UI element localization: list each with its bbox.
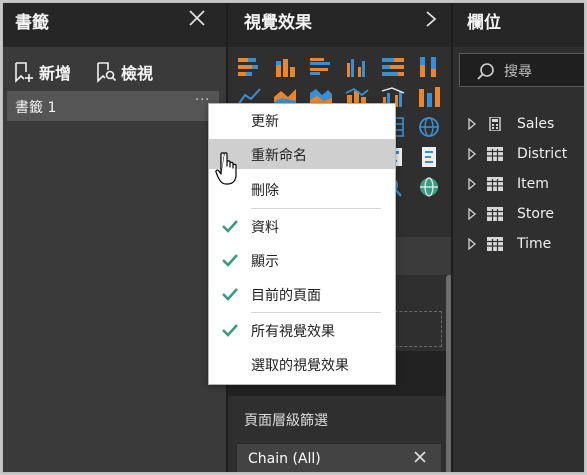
100-percent-bar-chart-icon[interactable] — [380, 55, 406, 79]
bookmark-item-label: 書籤 1 — [15, 100, 57, 116]
chevron-right-icon[interactable] — [467, 118, 477, 130]
search-icon — [477, 63, 494, 80]
filter-chip-label: Chain (All) — [248, 451, 321, 467]
table-icon — [487, 237, 503, 251]
field-item-sales[interactable]: Sales — [467, 112, 584, 136]
fields-title: 欄位 — [467, 13, 501, 33]
menu-item-update[interactable]: 更新 — [209, 105, 395, 135]
field-item-item[interactable]: Item — [467, 172, 584, 196]
menu-item-label: 選取的視覺效果 — [251, 358, 349, 374]
filter-chip[interactable]: Chain (All) — [236, 443, 442, 472]
table-icon — [487, 147, 503, 161]
fields-pane: 欄位 搜尋 Sales District Item Store Time — [453, 3, 584, 472]
menu-item-label: 重新命名 — [251, 148, 307, 164]
view-bookmark-icon — [97, 62, 117, 83]
search-input[interactable]: 搜尋 — [459, 53, 584, 87]
view-bookmark-label: 檢視 — [121, 64, 154, 83]
hand-cursor-icon — [215, 152, 237, 185]
check-icon — [222, 220, 238, 233]
field-item-store[interactable]: Store — [467, 202, 584, 226]
filled-map-icon[interactable] — [416, 175, 442, 199]
chevron-right-icon[interactable] — [424, 9, 438, 29]
clustered-column-chart-icon[interactable] — [344, 55, 370, 79]
check-icon — [222, 288, 238, 301]
chevron-right-icon[interactable] — [467, 148, 477, 160]
table-icon — [487, 177, 503, 191]
bookmarks-header: 書籤 — [3, 3, 228, 47]
close-icon[interactable] — [413, 450, 427, 464]
stacked-bar-chart-icon[interactable] — [236, 55, 262, 79]
fields-header: 欄位 — [453, 3, 584, 47]
menu-item-label: 目前的頁面 — [251, 288, 321, 304]
stacked-column-chart-icon[interactable] — [272, 55, 298, 79]
clustered-bar-chart-icon[interactable] — [308, 55, 334, 79]
check-icon — [222, 324, 238, 337]
menu-separator — [251, 312, 381, 313]
chevron-right-icon[interactable] — [467, 238, 477, 250]
menu-item-label: 所有視覺效果 — [251, 324, 335, 340]
calculator-icon — [489, 117, 501, 131]
field-name: Item — [517, 176, 549, 192]
field-item-district[interactable]: District — [467, 142, 584, 166]
add-bookmark-icon — [15, 62, 33, 83]
ribbon-chart-icon[interactable] — [416, 85, 442, 109]
app-window: 書籤 新增 檢視 書籤 1 ··· 視覺效果 頁面層級篩選 Chain (All… — [2, 2, 585, 473]
menu-item-label: 資料 — [251, 220, 279, 236]
chevron-right-icon[interactable] — [467, 208, 477, 220]
menu-item-display[interactable]: 顯示 — [209, 245, 395, 275]
menu-item-data[interactable]: 資料 — [209, 211, 395, 241]
field-name: Sales — [517, 116, 555, 132]
menu-item-selected-visuals[interactable]: 選取的視覺效果 — [209, 349, 395, 379]
check-icon — [222, 254, 238, 267]
100-percent-column-chart-icon[interactable] — [416, 55, 442, 79]
field-name: Time — [517, 236, 552, 252]
add-bookmark-button[interactable]: 新增 — [13, 59, 71, 85]
bookmarks-title: 書籤 — [15, 13, 49, 33]
globe-map-icon[interactable] — [416, 115, 442, 139]
chevron-right-icon[interactable] — [467, 178, 477, 190]
field-item-time[interactable]: Time — [467, 232, 584, 256]
bookmark-context-menu: 更新 重新命名 刪除 資料 顯示 目前的頁面 所有視覺效果 選取的視覺效果 — [208, 103, 396, 385]
field-name: Store — [517, 206, 555, 222]
menu-separator — [251, 208, 381, 209]
view-bookmark-button[interactable]: 檢視 — [95, 59, 153, 85]
bookmarks-pane: 書籤 新增 檢視 書籤 1 ··· — [3, 3, 228, 472]
menu-item-label: 更新 — [251, 114, 279, 130]
menu-item-all-visuals[interactable]: 所有視覺效果 — [209, 315, 395, 345]
close-icon[interactable] — [187, 7, 207, 29]
bookmark-actions: 新增 檢視 — [3, 51, 228, 95]
menu-item-current-page[interactable]: 目前的頁面 — [209, 279, 395, 309]
field-name: District — [517, 146, 568, 162]
visualizations-header: 視覺效果 — [228, 3, 453, 47]
report-icon[interactable] — [416, 145, 442, 169]
menu-item-label: 刪除 — [251, 183, 279, 199]
menu-item-label: 顯示 — [251, 254, 279, 270]
visualizations-title: 視覺效果 — [244, 13, 312, 33]
bookmark-item[interactable]: 書籤 1 ··· — [7, 91, 219, 121]
search-placeholder: 搜尋 — [504, 64, 532, 80]
table-icon — [487, 207, 503, 221]
page-level-filters-label: 頁面層級篩選 — [244, 413, 328, 429]
add-bookmark-label: 新增 — [39, 64, 72, 83]
